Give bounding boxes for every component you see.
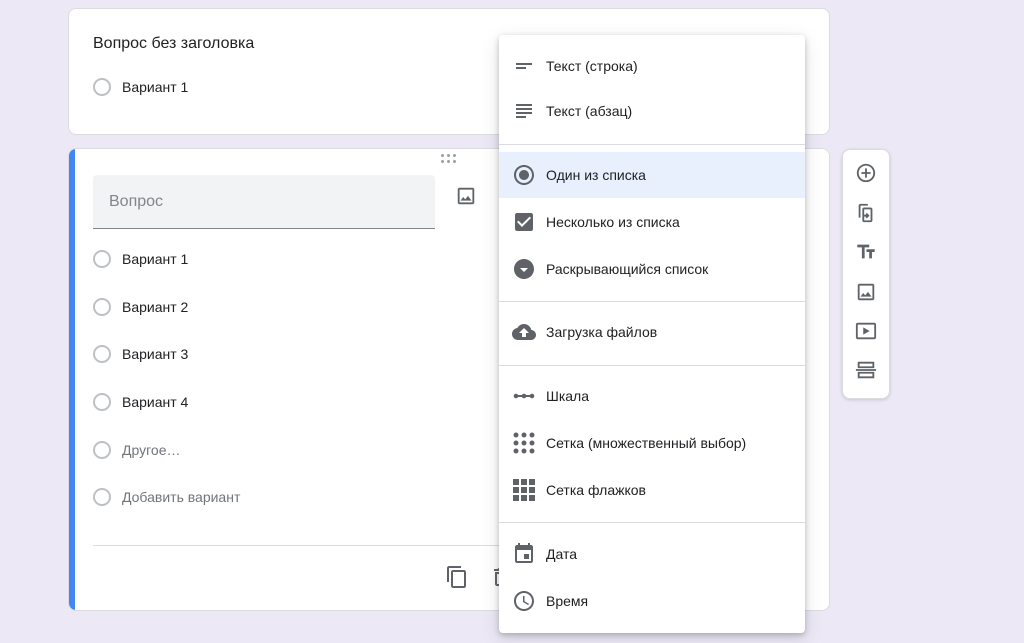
question-title[interactable]: Вопрос без заголовка	[93, 35, 254, 53]
menu-item-label: Время	[546, 593, 589, 609]
add-video-icon[interactable]	[854, 319, 878, 343]
option-label[interactable]: Вариант 1	[122, 79, 188, 95]
add-image-icon[interactable]	[455, 185, 477, 207]
menu-item-label: Загрузка файлов	[546, 324, 658, 340]
menu-item-label: Несколько из списка	[546, 214, 680, 230]
radio-icon[interactable]	[93, 393, 111, 411]
add-option-row[interactable]: Добавить вариант	[93, 487, 240, 507]
menu-item-label: Текст (строка)	[546, 58, 638, 74]
menu-item-label: Сетка (множественный выбор)	[546, 435, 747, 451]
menu-item-file-upload[interactable]: Загрузка файлов	[499, 309, 805, 355]
add-image-icon[interactable]	[854, 280, 878, 304]
question-type-menu: Текст (строка) Текст (абзац) Один из спи…	[499, 35, 805, 633]
active-card-accent	[69, 149, 75, 610]
add-section-icon[interactable]	[854, 358, 878, 382]
menu-item-label: Дата	[546, 546, 578, 562]
question-input-field[interactable]	[93, 175, 435, 228]
import-questions-icon[interactable]	[854, 201, 878, 225]
option-row[interactable]: Вариант 2	[93, 297, 188, 317]
menu-divider	[499, 301, 805, 302]
menu-item-label: Шкала	[546, 388, 590, 404]
menu-item-label: Один из списка	[546, 167, 646, 183]
radio-icon	[93, 488, 111, 506]
duplicate-icon[interactable]	[445, 565, 469, 589]
other-option-label[interactable]: Другое…	[122, 442, 180, 458]
question-input[interactable]	[93, 175, 435, 229]
other-option-row[interactable]: Другое…	[93, 440, 180, 460]
option-row[interactable]: Вариант 1	[93, 249, 188, 269]
add-question-icon[interactable]	[854, 161, 878, 185]
menu-item-time[interactable]: Время	[499, 578, 805, 624]
option-label[interactable]: Вариант 4	[122, 394, 188, 410]
radio-icon[interactable]	[93, 250, 111, 268]
radio-icon[interactable]	[93, 298, 111, 316]
short-text-icon	[512, 54, 536, 78]
menu-item-label: Текст (абзац)	[546, 103, 633, 119]
option-label[interactable]: Вариант 1	[122, 251, 188, 267]
linear-scale-icon	[512, 384, 536, 408]
menu-item-short-text[interactable]: Текст (строка)	[499, 43, 805, 89]
checkbox-grid-icon	[512, 478, 536, 502]
checkbox-icon	[512, 210, 536, 234]
calendar-icon	[512, 542, 536, 566]
radio-icon[interactable]	[93, 441, 111, 459]
paragraph-icon	[512, 99, 536, 123]
radio-grid-icon	[512, 431, 536, 455]
menu-divider	[499, 144, 805, 145]
menu-item-label: Раскрывающийся список	[546, 261, 709, 277]
menu-item-multiple-choice-grid[interactable]: Сетка (множественный выбор)	[499, 420, 805, 466]
menu-item-paragraph[interactable]: Текст (абзац)	[499, 88, 805, 134]
menu-item-label: Сетка флажков	[546, 482, 646, 498]
menu-divider	[499, 522, 805, 523]
option-row[interactable]: Вариант 4	[93, 392, 188, 412]
menu-item-multiple-choice[interactable]: Один из списка	[499, 152, 805, 198]
option-label[interactable]: Вариант 2	[122, 299, 188, 315]
drag-handle-icon[interactable]	[441, 154, 457, 164]
menu-divider	[499, 365, 805, 366]
menu-item-dropdown[interactable]: Раскрывающийся список	[499, 246, 805, 292]
option-row[interactable]: Вариант 1	[93, 77, 188, 97]
cloud-upload-icon	[512, 320, 536, 344]
option-row[interactable]: Вариант 3	[93, 344, 188, 364]
menu-item-linear-scale[interactable]: Шкала	[499, 373, 805, 419]
radio-icon[interactable]	[93, 78, 111, 96]
dropdown-arrow-icon	[512, 257, 536, 281]
radio-button-icon	[512, 163, 536, 187]
menu-item-date[interactable]: Дата	[499, 531, 805, 577]
menu-item-checkboxes[interactable]: Несколько из списка	[499, 199, 805, 245]
radio-icon[interactable]	[93, 345, 111, 363]
clock-icon	[512, 589, 536, 613]
menu-item-checkbox-grid[interactable]: Сетка флажков	[499, 467, 805, 513]
floating-toolbar	[842, 149, 890, 399]
add-option-label[interactable]: Добавить вариант	[122, 489, 240, 505]
add-title-icon[interactable]	[854, 240, 878, 264]
option-label[interactable]: Вариант 3	[122, 346, 188, 362]
